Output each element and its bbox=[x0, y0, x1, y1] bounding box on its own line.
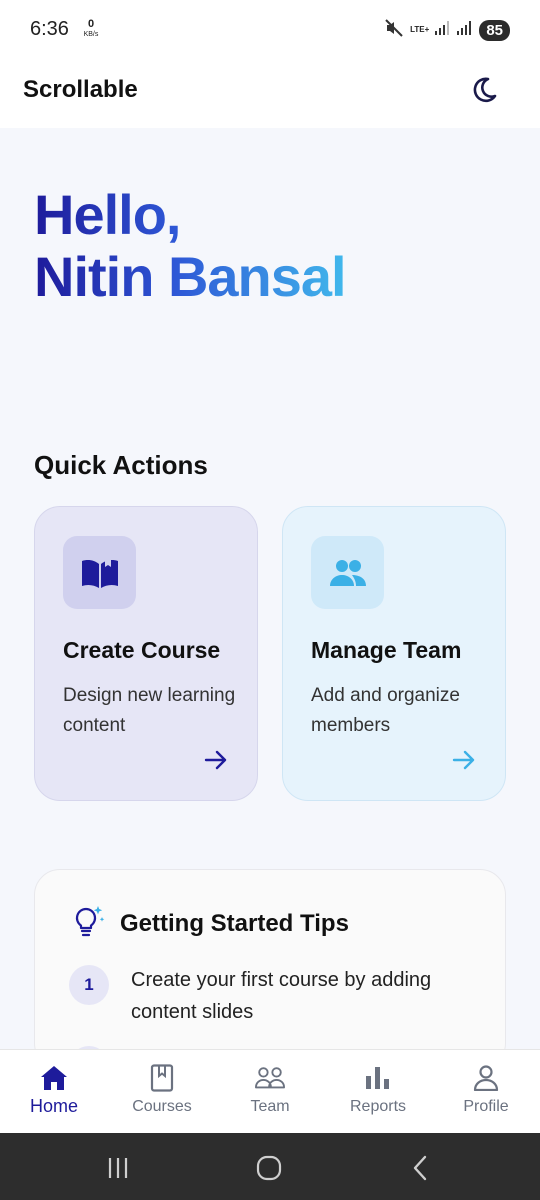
nav-label-courses: Courses bbox=[132, 1098, 192, 1115]
bar-chart-icon bbox=[363, 1063, 393, 1093]
network-speed-unit: KB/s bbox=[83, 31, 99, 38]
create-course-title: Create Course bbox=[63, 637, 221, 663]
tips-title: Getting Started Tips bbox=[120, 910, 349, 937]
manage-team-card[interactable]: Manage Team Add and organize members bbox=[282, 506, 506, 801]
mute-icon bbox=[384, 18, 404, 43]
person-icon bbox=[471, 1063, 501, 1093]
tip-text: Create your first course by adding conte… bbox=[131, 969, 432, 1023]
tip-number-badge: 1 bbox=[69, 965, 109, 1005]
lightbulb-icon bbox=[75, 906, 105, 937]
bottom-navigation: Home Courses Team Reports Profile bbox=[0, 1049, 540, 1133]
recent-apps-button[interactable] bbox=[103, 1153, 133, 1183]
network-type: LTE+ bbox=[410, 25, 430, 34]
app-title: Scrollable bbox=[23, 76, 138, 103]
create-course-icon-tile bbox=[63, 536, 136, 609]
status-bar: 6:36 0 KB/s LTE+ 85 bbox=[0, 0, 540, 58]
nav-item-team[interactable]: Team bbox=[216, 1050, 324, 1134]
people-icon bbox=[329, 559, 366, 586]
home-icon bbox=[39, 1063, 69, 1093]
signal-icon-2 bbox=[457, 20, 473, 40]
home-circle-icon bbox=[256, 1155, 282, 1181]
nav-item-courses[interactable]: Courses bbox=[108, 1050, 216, 1134]
nav-item-home[interactable]: Home bbox=[0, 1050, 108, 1134]
battery-level: 85 bbox=[479, 19, 510, 41]
arrow-right-icon bbox=[452, 750, 475, 770]
system-navigation-bar bbox=[0, 1133, 540, 1200]
arrow-right-icon bbox=[204, 750, 227, 770]
nav-label-home: Home bbox=[29, 1096, 78, 1116]
quick-actions-title: Quick Actions bbox=[34, 450, 208, 480]
manage-team-description: Add and organize members bbox=[311, 685, 460, 736]
recent-apps-icon bbox=[108, 1158, 128, 1178]
nav-item-profile[interactable]: Profile bbox=[432, 1050, 540, 1134]
greeting-user-name: Nitin Bansal bbox=[34, 245, 346, 308]
create-course-description: Design new learning content bbox=[63, 685, 236, 736]
getting-started-tips-card: Getting Started Tips 1 Create your first… bbox=[34, 869, 506, 1069]
nav-label-team: Team bbox=[250, 1098, 290, 1115]
nav-label-profile: Profile bbox=[463, 1098, 509, 1115]
back-icon bbox=[413, 1155, 427, 1181]
nav-item-reports[interactable]: Reports bbox=[324, 1050, 432, 1134]
home-button[interactable] bbox=[254, 1153, 284, 1183]
status-time: 6:36 bbox=[30, 18, 69, 40]
manage-team-title: Manage Team bbox=[311, 637, 462, 663]
network-speed-value: 0 bbox=[87, 18, 95, 30]
greeting-heading: Hello, Nitin Bansal bbox=[34, 184, 346, 308]
app-bar: Scrollable bbox=[0, 58, 540, 128]
network-speed-indicator: 0 KB/s bbox=[80, 18, 102, 39]
moon-icon bbox=[473, 77, 497, 103]
create-course-card[interactable]: Create Course Design new learning conten… bbox=[34, 506, 258, 801]
open-book-icon bbox=[81, 556, 118, 588]
status-icons: LTE+ 85 bbox=[384, 18, 510, 43]
manage-team-icon-tile bbox=[311, 536, 384, 609]
theme-toggle-button[interactable] bbox=[466, 72, 502, 108]
greeting-line-hello: Hello, bbox=[34, 183, 181, 246]
nav-label-reports: Reports bbox=[349, 1098, 407, 1115]
back-button[interactable] bbox=[405, 1153, 435, 1183]
book-icon bbox=[147, 1063, 177, 1093]
signal-icon bbox=[435, 20, 451, 40]
team-icon bbox=[255, 1063, 285, 1093]
